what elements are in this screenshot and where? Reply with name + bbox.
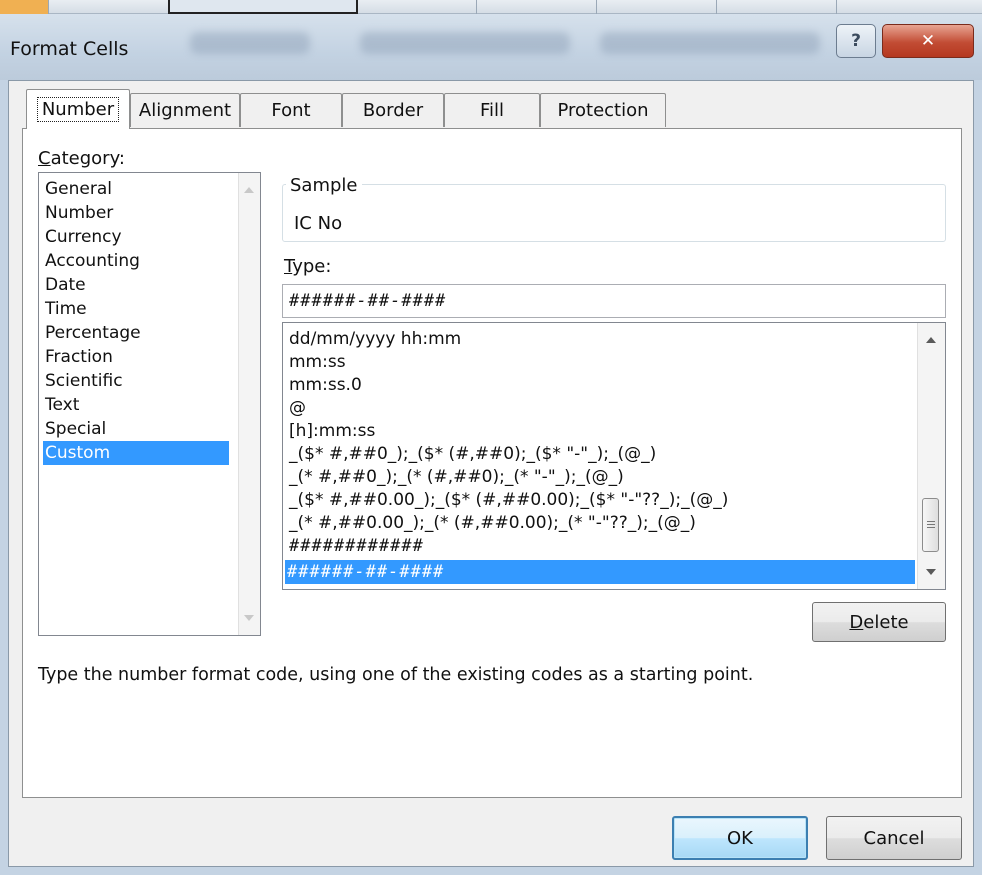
close-icon: ✕ — [920, 31, 936, 51]
type-input[interactable]: ######-##-#### — [282, 284, 946, 318]
tab-number[interactable]: Number — [26, 89, 130, 129]
thumb-grip — [927, 527, 935, 528]
category-item-text[interactable]: Text — [43, 393, 79, 417]
category-scrollbar[interactable] — [238, 173, 260, 635]
format-code-item[interactable]: _($* #,##0.00_);_($* (#,##0.00);_($* "-"… — [287, 488, 728, 512]
category-item-percentage[interactable]: Percentage — [43, 321, 141, 345]
tab-border[interactable]: Border — [342, 93, 444, 127]
format-code-item[interactable]: _(* #,##0.00_);_(* (#,##0.00);_(* "-"??_… — [287, 511, 696, 535]
scroll-thumb[interactable] — [922, 498, 939, 552]
format-code-item[interactable]: mm:ss.0 — [287, 373, 362, 397]
dialog-title-bar[interactable]: Format Cells ? ✕ — [0, 14, 982, 80]
delete-hotkey: D — [849, 611, 864, 633]
tab-fill[interactable]: Fill — [444, 93, 540, 127]
tab-label: Alignment — [138, 100, 232, 121]
thumb-grip — [927, 521, 935, 522]
format-code-item-selected[interactable]: ######-##-#### — [285, 560, 915, 584]
glass-blur — [190, 32, 310, 54]
column-divider — [716, 0, 717, 14]
delete-label: elete — [863, 611, 909, 633]
column-divider — [48, 0, 49, 14]
column-divider — [476, 0, 477, 14]
cancel-button[interactable]: Cancel — [826, 816, 962, 860]
close-button[interactable]: ✕ — [882, 24, 974, 58]
category-item-fraction[interactable]: Fraction — [43, 345, 113, 369]
column-divider — [836, 0, 837, 14]
category-item-date[interactable]: Date — [43, 273, 86, 297]
category-item-general[interactable]: General — [43, 177, 112, 201]
format-code-item[interactable]: _(* #,##0_);_(* (#,##0);_(* "-"_);_(@_) — [287, 465, 624, 489]
category-listbox[interactable]: General Number Currency Accounting Date … — [38, 172, 261, 636]
category-item-currency[interactable]: Currency — [43, 225, 122, 249]
category-item-accounting[interactable]: Accounting — [43, 249, 140, 273]
scroll-down-icon[interactable] — [926, 569, 936, 575]
glass-blur — [360, 32, 570, 54]
category-item-special[interactable]: Special — [43, 417, 106, 441]
tab-label: Protection — [557, 100, 649, 121]
dialog-title: Format Cells — [10, 38, 129, 60]
tab-label: Font — [271, 100, 311, 121]
category-item-custom[interactable]: Custom — [43, 441, 229, 465]
spreadsheet-header-strip — [0, 0, 982, 14]
column-divider — [596, 0, 597, 14]
scroll-down-icon[interactable] — [244, 615, 254, 621]
thumb-grip — [927, 524, 935, 525]
format-code-item[interactable]: _($* #,##0_);_($* (#,##0);_($* "-"_);_(@… — [287, 442, 656, 466]
tab-alignment[interactable]: Alignment — [130, 93, 240, 127]
category-item-number[interactable]: Number — [43, 201, 113, 225]
tab-label: Fill — [479, 100, 505, 121]
tab-label: Border — [362, 100, 424, 121]
format-code-item[interactable]: mm:ss — [287, 350, 346, 374]
glass-blur — [600, 32, 820, 54]
category-item-scientific[interactable]: Scientific — [43, 369, 123, 393]
format-code-item[interactable]: ############ — [287, 534, 424, 558]
tab-font[interactable]: Font — [240, 93, 342, 127]
format-code-item[interactable]: @ — [287, 396, 306, 420]
format-code-listbox[interactable]: dd/mm/yyyy hh:mm mm:ss mm:ss.0 @ [h]:mm:… — [282, 322, 946, 590]
selected-column-header — [168, 0, 358, 14]
format-code-item[interactable]: [h]:mm:ss — [287, 419, 375, 443]
format-code-scrollbar[interactable] — [917, 323, 945, 589]
tab-protection[interactable]: Protection — [540, 93, 666, 127]
tab-label: Number — [36, 97, 120, 122]
help-icon: ? — [851, 31, 861, 51]
scroll-up-icon[interactable] — [926, 337, 936, 343]
row-header-corner — [0, 0, 48, 14]
ok-button[interactable]: OK — [672, 816, 808, 860]
scroll-up-icon[interactable] — [244, 187, 254, 193]
help-button[interactable]: ? — [836, 24, 876, 58]
delete-button[interactable]: Delete — [812, 602, 946, 642]
category-item-time[interactable]: Time — [43, 297, 87, 321]
format-code-item[interactable]: dd/mm/yyyy hh:mm — [287, 327, 461, 351]
